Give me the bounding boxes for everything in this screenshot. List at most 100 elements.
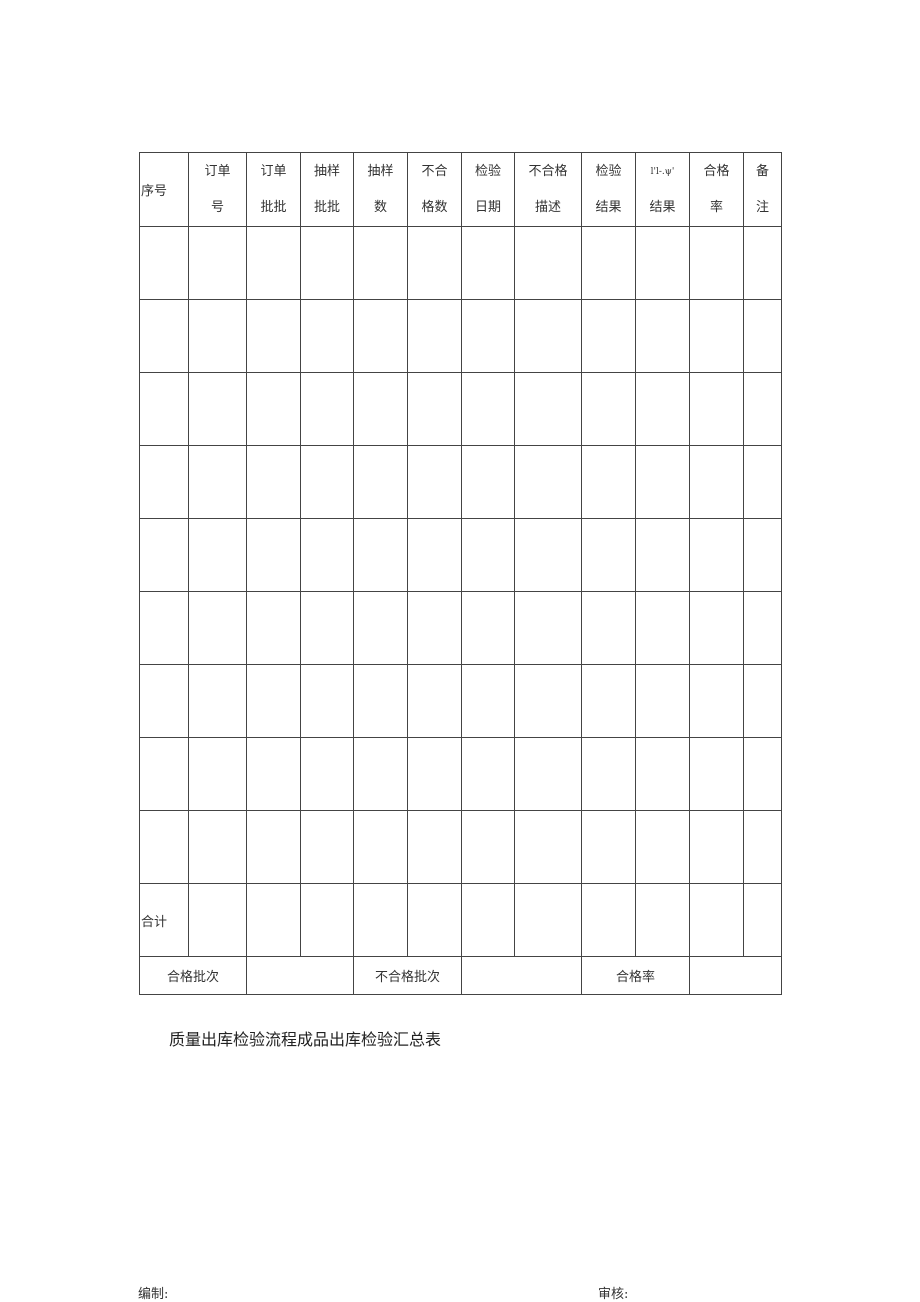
table-cell[interactable] xyxy=(246,810,301,884)
table-cell[interactable] xyxy=(407,737,462,811)
table-cell[interactable] xyxy=(246,299,301,373)
table-cell[interactable] xyxy=(514,372,582,446)
table-cell[interactable] xyxy=(188,591,247,665)
table-cell[interactable] xyxy=(353,445,408,519)
total-cell[interactable] xyxy=(407,883,462,957)
table-cell[interactable] xyxy=(581,372,636,446)
table-cell[interactable] xyxy=(139,810,189,884)
table-cell[interactable] xyxy=(461,299,515,373)
table-cell[interactable] xyxy=(689,810,744,884)
table-cell[interactable] xyxy=(139,445,189,519)
table-cell[interactable] xyxy=(461,591,515,665)
table-cell[interactable] xyxy=(514,299,582,373)
table-cell[interactable] xyxy=(139,226,189,300)
table-cell[interactable] xyxy=(461,445,515,519)
table-cell[interactable] xyxy=(300,810,354,884)
table-cell[interactable] xyxy=(188,226,247,300)
table-cell[interactable] xyxy=(407,372,462,446)
table-cell[interactable] xyxy=(743,664,782,738)
table-cell[interactable] xyxy=(581,737,636,811)
table-cell[interactable] xyxy=(461,518,515,592)
table-cell[interactable] xyxy=(514,591,582,665)
table-cell[interactable] xyxy=(635,372,690,446)
total-cell[interactable] xyxy=(353,883,408,957)
table-cell[interactable] xyxy=(514,226,582,300)
table-cell[interactable] xyxy=(689,372,744,446)
table-cell[interactable] xyxy=(407,445,462,519)
table-cell[interactable] xyxy=(188,299,247,373)
table-cell[interactable] xyxy=(689,737,744,811)
table-cell[interactable] xyxy=(300,591,354,665)
table-cell[interactable] xyxy=(300,664,354,738)
total-cell[interactable] xyxy=(635,883,690,957)
table-cell[interactable] xyxy=(514,810,582,884)
total-cell[interactable] xyxy=(743,883,782,957)
table-cell[interactable] xyxy=(635,518,690,592)
table-cell[interactable] xyxy=(300,737,354,811)
table-cell[interactable] xyxy=(246,372,301,446)
table-cell[interactable] xyxy=(188,737,247,811)
table-cell[interactable] xyxy=(689,664,744,738)
table-cell[interactable] xyxy=(353,810,408,884)
total-cell[interactable] xyxy=(514,883,582,957)
table-cell[interactable] xyxy=(461,664,515,738)
table-cell[interactable] xyxy=(635,226,690,300)
table-cell[interactable] xyxy=(635,445,690,519)
table-cell[interactable] xyxy=(139,737,189,811)
total-cell[interactable] xyxy=(689,883,744,957)
table-cell[interactable] xyxy=(246,664,301,738)
table-cell[interactable] xyxy=(689,591,744,665)
table-cell[interactable] xyxy=(300,299,354,373)
table-cell[interactable] xyxy=(461,372,515,446)
table-cell[interactable] xyxy=(188,518,247,592)
table-cell[interactable] xyxy=(514,445,582,519)
table-cell[interactable] xyxy=(246,518,301,592)
table-cell[interactable] xyxy=(353,737,408,811)
table-cell[interactable] xyxy=(635,810,690,884)
table-cell[interactable] xyxy=(743,445,782,519)
pass-batches-value[interactable] xyxy=(246,956,354,995)
table-cell[interactable] xyxy=(743,810,782,884)
table-cell[interactable] xyxy=(461,226,515,300)
table-cell[interactable] xyxy=(246,591,301,665)
table-cell[interactable] xyxy=(743,299,782,373)
table-cell[interactable] xyxy=(407,518,462,592)
table-cell[interactable] xyxy=(635,591,690,665)
table-cell[interactable] xyxy=(246,445,301,519)
table-cell[interactable] xyxy=(246,226,301,300)
total-cell[interactable] xyxy=(300,883,354,957)
table-cell[interactable] xyxy=(514,737,582,811)
table-cell[interactable] xyxy=(743,518,782,592)
table-cell[interactable] xyxy=(407,226,462,300)
table-cell[interactable] xyxy=(581,226,636,300)
table-cell[interactable] xyxy=(635,299,690,373)
table-cell[interactable] xyxy=(300,372,354,446)
table-cell[interactable] xyxy=(514,518,582,592)
total-cell[interactable] xyxy=(246,883,301,957)
table-cell[interactable] xyxy=(581,299,636,373)
table-cell[interactable] xyxy=(139,372,189,446)
table-cell[interactable] xyxy=(139,591,189,665)
table-cell[interactable] xyxy=(353,226,408,300)
total-cell[interactable] xyxy=(461,883,515,957)
table-cell[interactable] xyxy=(581,445,636,519)
table-cell[interactable] xyxy=(581,810,636,884)
table-cell[interactable] xyxy=(743,372,782,446)
fail-batches-value[interactable] xyxy=(461,956,582,995)
table-cell[interactable] xyxy=(689,518,744,592)
table-cell[interactable] xyxy=(353,518,408,592)
table-cell[interactable] xyxy=(407,810,462,884)
table-cell[interactable] xyxy=(300,226,354,300)
pass-rate-value[interactable] xyxy=(689,956,782,995)
table-cell[interactable] xyxy=(300,518,354,592)
table-cell[interactable] xyxy=(246,737,301,811)
table-cell[interactable] xyxy=(188,810,247,884)
table-cell[interactable] xyxy=(689,299,744,373)
total-cell[interactable] xyxy=(188,883,247,957)
table-cell[interactable] xyxy=(689,226,744,300)
table-cell[interactable] xyxy=(139,664,189,738)
table-cell[interactable] xyxy=(581,591,636,665)
table-cell[interactable] xyxy=(353,299,408,373)
table-cell[interactable] xyxy=(188,445,247,519)
table-cell[interactable] xyxy=(407,591,462,665)
